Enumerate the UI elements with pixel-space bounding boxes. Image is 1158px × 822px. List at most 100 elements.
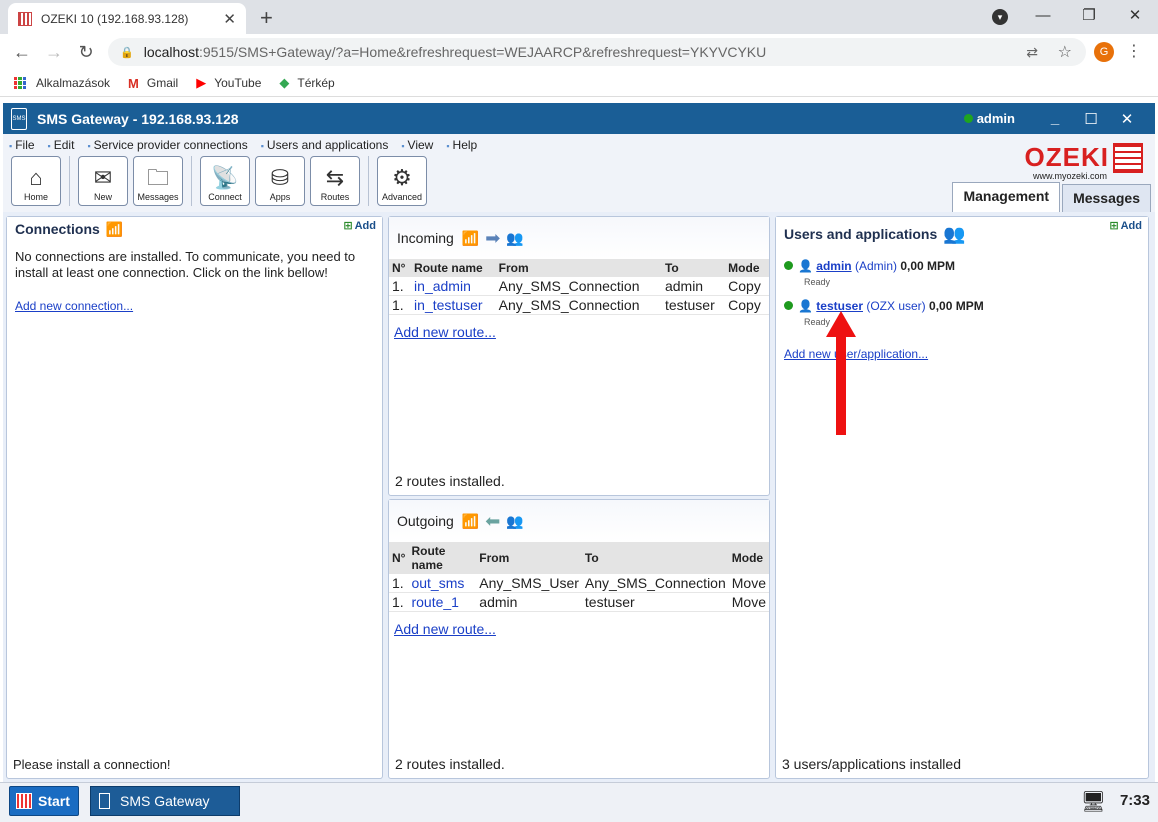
table-row[interactable]: 1. route_1 admin testuser Move <box>389 592 769 612</box>
minimize-icon[interactable]: — <box>1020 7 1066 24</box>
back-icon[interactable]: ← <box>6 42 38 63</box>
menu-help[interactable]: Help <box>446 138 478 152</box>
app-titlebar: SMS SMS Gateway - 192.168.93.128 admin _… <box>3 103 1155 134</box>
view-tabs: Management Messages <box>950 182 1151 212</box>
table-row[interactable]: 1. in_testuser Any_SMS_Connection testus… <box>389 295 769 315</box>
toolbar-separator <box>368 156 369 206</box>
users-icon: 👥 <box>506 229 524 246</box>
maps-icon: ◆ <box>279 75 290 90</box>
incoming-panel: Incoming 📶 ➡ 👥 N° Route name From To Mod… <box>388 216 770 496</box>
forward-icon[interactable]: → <box>38 42 70 63</box>
ozeki-window: SMS SMS Gateway - 192.168.93.128 admin _… <box>3 103 1155 819</box>
add-user-button[interactable]: Add <box>1109 219 1142 232</box>
tab-management[interactable]: Management <box>952 182 1061 212</box>
bookmark-gmail[interactable]: M Gmail <box>128 76 178 91</box>
sms-phone-icon <box>99 793 110 809</box>
url-host: localhost <box>143 44 199 60</box>
bookmarks-bar: Alkalmazások M Gmail ▶ YouTube ◆ Térkép <box>0 70 1158 97</box>
route-link-route-1[interactable]: route_1 <box>408 592 477 612</box>
start-icon <box>16 793 32 809</box>
ozeki-grid-icon <box>1113 142 1143 173</box>
connections-header: Connections 📶 <box>7 217 382 241</box>
menu-view[interactable]: View <box>401 138 434 152</box>
advanced-button[interactable]: ⚙ Advanced <box>377 156 427 206</box>
taskbar-sms-gateway[interactable]: SMS Gateway <box>90 786 240 816</box>
route-link-in-admin[interactable]: in_admin <box>411 277 496 296</box>
app-title: SMS Gateway - 192.168.93.128 <box>37 110 239 127</box>
table-row[interactable]: 1. out_sms Any_SMS_User Any_SMS_Connecti… <box>389 574 769 593</box>
messages-button[interactable]: 🗀 Messages <box>133 156 183 206</box>
close-tab-icon[interactable]: ✕ <box>223 10 236 28</box>
app-close-icon[interactable]: ✕ <box>1109 110 1145 128</box>
sms-phone-icon: SMS <box>11 107 27 130</box>
url-path: :9515/SMS+Gateway/?a=Home&refreshrequest… <box>198 44 767 60</box>
incoming-footer: 2 routes installed. <box>395 473 505 489</box>
users-footer: 3 users/applications installed <box>782 756 961 772</box>
reload-icon[interactable]: ↻ <box>70 42 102 63</box>
add-connection-button[interactable]: Add <box>343 219 376 232</box>
app-toolbar: ⌂ Home ✉ New 🗀 Messages 📡 Connect ⛁ Apps ⇆ Rou… <box>3 142 1155 212</box>
database-icon: ⛁ <box>270 165 290 190</box>
user-icon: 👤 <box>798 259 813 273</box>
route-link-out-sms[interactable]: out_sms <box>408 574 477 593</box>
bookmark-apps[interactable]: Alkalmazások <box>14 76 110 90</box>
connections-footer: Please install a connection! <box>13 757 171 772</box>
gear-icon: ⚙ <box>392 165 412 190</box>
close-window-icon[interactable]: ✕ <box>1112 6 1158 24</box>
incoming-routes-table: N° Route name From To Mode 1. in_admin A… <box>389 259 769 315</box>
connection-antenna-icon: 📶 <box>461 512 480 529</box>
table-row[interactable]: 1. in_admin Any_SMS_Connection admin Cop… <box>389 277 769 296</box>
connection-antenna-icon: 📶 <box>105 220 124 237</box>
right-arrow-icon: ➡ <box>485 227 501 248</box>
bookmark-star-icon[interactable]: ☆ <box>1058 42 1072 62</box>
app-minimize-icon[interactable]: _ <box>1037 110 1073 127</box>
url-field[interactable]: 🔒 localhost :9515/SMS+Gateway/?a=Home&re… <box>108 38 1086 66</box>
users-icon: 👥 <box>506 512 524 529</box>
translate-icon[interactable]: ⇄ <box>1026 44 1038 61</box>
user-link-admin[interactable]: admin <box>816 259 851 273</box>
toolbar-separator <box>69 156 70 206</box>
add-new-user-link[interactable]: Add new user/application... <box>784 347 928 361</box>
add-new-incoming-route-link[interactable]: Add new route... <box>389 315 769 349</box>
apps-button[interactable]: ⛁ Apps <box>255 156 305 206</box>
menu-service-provider[interactable]: Service provider connections <box>87 138 248 152</box>
table-header-row: N° Route name From To Mode <box>389 542 769 574</box>
profile-avatar[interactable]: G <box>1094 42 1114 62</box>
home-icon: ⌂ <box>29 165 43 190</box>
bookmark-maps[interactable]: ◆ Térkép <box>279 75 334 91</box>
connect-button[interactable]: 📡 Connect <box>200 156 250 206</box>
window-controls: — ❐ ✕ <box>1020 0 1158 30</box>
monitor-icon[interactable]: 🖥 <box>1081 789 1106 814</box>
menu-file[interactable]: File <box>9 138 34 152</box>
browser-menu-icon[interactable]: ⋮ <box>1126 41 1142 61</box>
menu-edit[interactable]: Edit <box>48 138 75 152</box>
route-link-in-testuser[interactable]: in_testuser <box>411 295 496 315</box>
address-bar-row: ← → ↻ 🔒 localhost :9515/SMS+Gateway/?a=H… <box>0 34 1158 70</box>
user-icon: 👤 <box>798 299 813 313</box>
tab-title: OZEKI 10 (192.168.93.128) <box>41 11 189 26</box>
connections-panel: Connections 📶 Add No connections are ins… <box>6 216 383 779</box>
browser-tab[interactable]: OZEKI 10 (192.168.93.128) ✕ <box>8 3 246 34</box>
new-button[interactable]: ✉ New <box>78 156 128 206</box>
new-tab-icon[interactable]: + <box>260 5 273 31</box>
ozeki-favicon-icon <box>18 11 32 26</box>
outgoing-panel: Outgoing 📶 ⬅ 👥 N° Route name From To Mod… <box>388 499 770 779</box>
logged-user[interactable]: admin <box>977 111 1015 126</box>
online-dot-icon <box>784 301 793 310</box>
user-item-admin: 👤 admin (Admin) 0,00 MPM Ready <box>784 259 955 287</box>
bookmark-youtube[interactable]: ▶ YouTube <box>196 75 261 91</box>
restore-icon[interactable]: ❐ <box>1066 6 1112 24</box>
home-button[interactable]: ⌂ Home <box>11 156 61 206</box>
routes-button[interactable]: ⇆ Routes <box>310 156 360 206</box>
lock-icon: 🔒 <box>120 46 134 59</box>
add-new-connection-link[interactable]: Add new connection... <box>7 281 382 313</box>
apps-grid-icon <box>14 77 26 89</box>
menu-users-apps[interactable]: Users and applications <box>261 138 388 152</box>
tab-search-icon[interactable]: ▾ <box>992 9 1008 25</box>
start-button[interactable]: Start <box>9 786 79 816</box>
app-maximize-icon[interactable]: ☐ <box>1073 110 1109 128</box>
users-title: Users and applications <box>784 226 938 242</box>
tab-messages[interactable]: Messages <box>1062 184 1151 212</box>
add-new-outgoing-route-link[interactable]: Add new route... <box>389 612 769 646</box>
connections-title: Connections <box>15 221 100 237</box>
